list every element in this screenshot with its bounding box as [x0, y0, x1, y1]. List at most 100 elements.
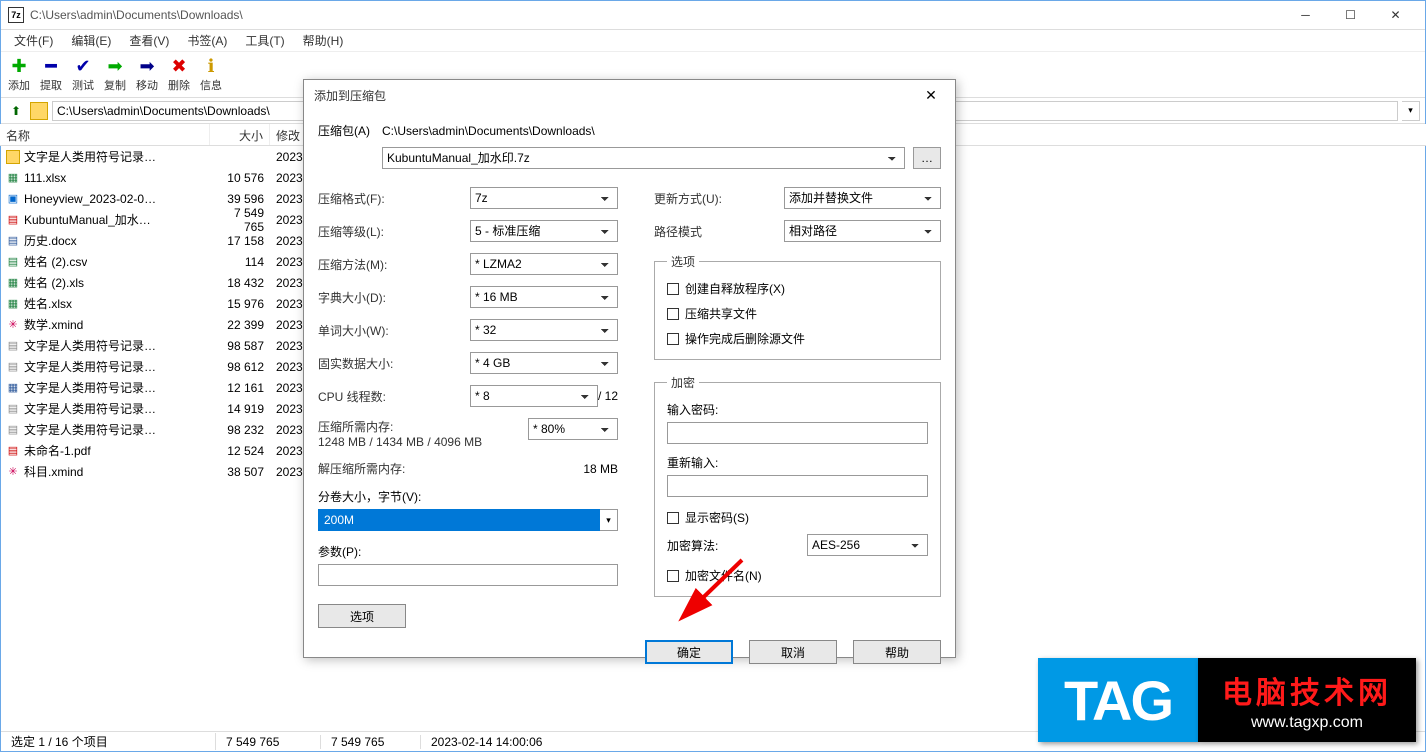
path-dropdown[interactable]: ▾ [1402, 101, 1420, 121]
menu-view[interactable]: 查看(V) [121, 30, 177, 51]
move-button[interactable]: ➡移动 [136, 56, 158, 93]
file-name: 文字是人类用符号记录… [24, 379, 156, 396]
status-selection: 选定 1 / 16 个项目 [1, 733, 216, 750]
file-size: 98 232 [210, 421, 270, 439]
format-label: 压缩格式(F): [318, 190, 470, 207]
copy-arrow-icon: ➡ [105, 56, 125, 76]
window-title: C:\Users\admin\Documents\Downloads\ [30, 8, 1283, 22]
file-name: 历史.docx [24, 232, 77, 249]
file-name: 文字是人类用符号记录… [24, 148, 156, 165]
add-to-archive-dialog: 添加到压缩包 ✕ 压缩包(A) C:\Users\admin\Documents… [303, 79, 956, 658]
file-size: 14 919 [210, 400, 270, 418]
file-name: 文字是人类用符号记录… [24, 421, 156, 438]
file-size: 98 612 [210, 358, 270, 376]
pwd2-label: 重新输入: [667, 456, 718, 470]
password-confirm-input[interactable] [667, 475, 928, 497]
volume-input[interactable] [318, 509, 600, 531]
mem-compress-value: 1248 MB / 1434 MB / 4096 MB [318, 435, 482, 449]
file-size: 17 158 [210, 232, 270, 250]
options-button[interactable]: 选项 [318, 604, 406, 628]
delete-after-label: 操作完成后删除源文件 [685, 330, 805, 347]
folder-icon [30, 102, 48, 120]
encrypt-legend: 加密 [667, 374, 699, 391]
file-name: 111.xlsx [24, 171, 66, 185]
volume-dropdown[interactable]: ▾ [600, 509, 618, 531]
menubar: 文件(F) 编辑(E) 查看(V) 书签(A) 工具(T) 帮助(H) [0, 30, 1426, 52]
file-size: 15 976 [210, 295, 270, 313]
ok-button[interactable]: 确定 [645, 640, 733, 664]
file-name: 姓名 (2).csv [24, 253, 87, 270]
delete-after-checkbox[interactable] [667, 333, 679, 345]
method-select[interactable]: * LZMA2 [470, 253, 618, 275]
close-button[interactable]: ✕ [1373, 1, 1418, 29]
dict-select[interactable]: * 16 MB [470, 286, 618, 308]
enc-names-label: 加密文件名(N) [685, 567, 762, 584]
copy-button[interactable]: ➡复制 [104, 56, 126, 93]
mem-decompress-label: 解压缩所需内存: [318, 460, 470, 477]
file-name: 文字是人类用符号记录… [24, 400, 156, 417]
format-select[interactable]: 7z [470, 187, 618, 209]
cpu-max: / 12 [598, 389, 618, 403]
extract-button[interactable]: ━提取 [40, 56, 62, 93]
tag-logo: TAG 电脑技术网 www.tagxp.com [1038, 658, 1416, 742]
app-icon: 7z [8, 7, 24, 23]
menu-file[interactable]: 文件(F) [6, 30, 61, 51]
browse-button[interactable]: … [913, 147, 941, 169]
enc-names-checkbox[interactable] [667, 570, 679, 582]
mem-pct-select[interactable]: * 80% [528, 418, 618, 440]
cpu-label: CPU 线程数: [318, 388, 470, 405]
show-pwd-checkbox[interactable] [667, 512, 679, 524]
level-select[interactable]: 5 - 标准压缩 [470, 220, 618, 242]
params-input[interactable] [318, 564, 618, 586]
password-input[interactable] [667, 422, 928, 444]
info-icon: ℹ [201, 56, 221, 76]
pathmode-select[interactable]: 相对路径 [784, 220, 941, 242]
solid-label: 固实数据大小: [318, 355, 470, 372]
word-label: 单词大小(W): [318, 322, 470, 339]
file-size: 18 432 [210, 274, 270, 292]
archive-name-select[interactable]: KubuntuManual_加水印.7z [382, 147, 905, 169]
menu-bookmarks[interactable]: 书签(A) [179, 30, 235, 51]
archive-label: 压缩包(A) [318, 122, 374, 139]
add-button[interactable]: ✚添加 [8, 56, 30, 93]
enc-method-select[interactable]: AES-256 [807, 534, 928, 556]
file-name: 科目.xmind [24, 463, 83, 480]
tag-url: www.tagxp.com [1251, 714, 1363, 732]
status-date: 2023-02-14 14:00:06 [421, 735, 552, 749]
update-select[interactable]: 添加并替换文件 [784, 187, 941, 209]
file-size: 12 161 [210, 379, 270, 397]
col-name[interactable]: 名称 [0, 124, 210, 145]
plus-icon: ✚ [9, 56, 29, 76]
info-button[interactable]: ℹ信息 [200, 56, 222, 93]
show-pwd-label: 显示密码(S) [685, 509, 749, 526]
mem-decompress-value: 18 MB [583, 462, 618, 476]
status-size2: 7 549 765 [321, 735, 421, 749]
delete-button[interactable]: ✖删除 [168, 56, 190, 93]
help-button[interactable]: 帮助 [853, 640, 941, 664]
cancel-button[interactable]: 取消 [749, 640, 837, 664]
cpu-select[interactable]: * 8 [470, 385, 598, 407]
up-folder-icon[interactable]: ⬆ [6, 101, 26, 121]
sfx-checkbox[interactable] [667, 283, 679, 295]
shared-checkbox[interactable] [667, 308, 679, 320]
delete-icon: ✖ [169, 56, 189, 76]
file-size [210, 155, 270, 159]
menu-edit[interactable]: 编辑(E) [63, 30, 119, 51]
maximize-button[interactable]: ☐ [1328, 1, 1373, 29]
menu-tools[interactable]: 工具(T) [237, 30, 292, 51]
file-name: 未命名-1.pdf [24, 442, 91, 459]
options-fieldset: 选项 创建自释放程序(X) 压缩共享文件 操作完成后删除源文件 [654, 253, 941, 360]
word-select[interactable]: * 32 [470, 319, 618, 341]
shared-label: 压缩共享文件 [685, 305, 757, 322]
col-size[interactable]: 大小 [210, 124, 270, 145]
test-button[interactable]: ✔测试 [72, 56, 94, 93]
pathmode-label: 路径模式 [654, 223, 784, 240]
titlebar: 7z C:\Users\admin\Documents\Downloads\ ─… [0, 0, 1426, 30]
dict-label: 字典大小(D): [318, 289, 470, 306]
solid-select[interactable]: * 4 GB [470, 352, 618, 374]
menu-help[interactable]: 帮助(H) [295, 30, 352, 51]
options-legend: 选项 [667, 253, 699, 270]
dialog-titlebar: 添加到压缩包 ✕ [304, 80, 955, 110]
dialog-close-button[interactable]: ✕ [917, 84, 945, 106]
minimize-button[interactable]: ─ [1283, 1, 1328, 29]
